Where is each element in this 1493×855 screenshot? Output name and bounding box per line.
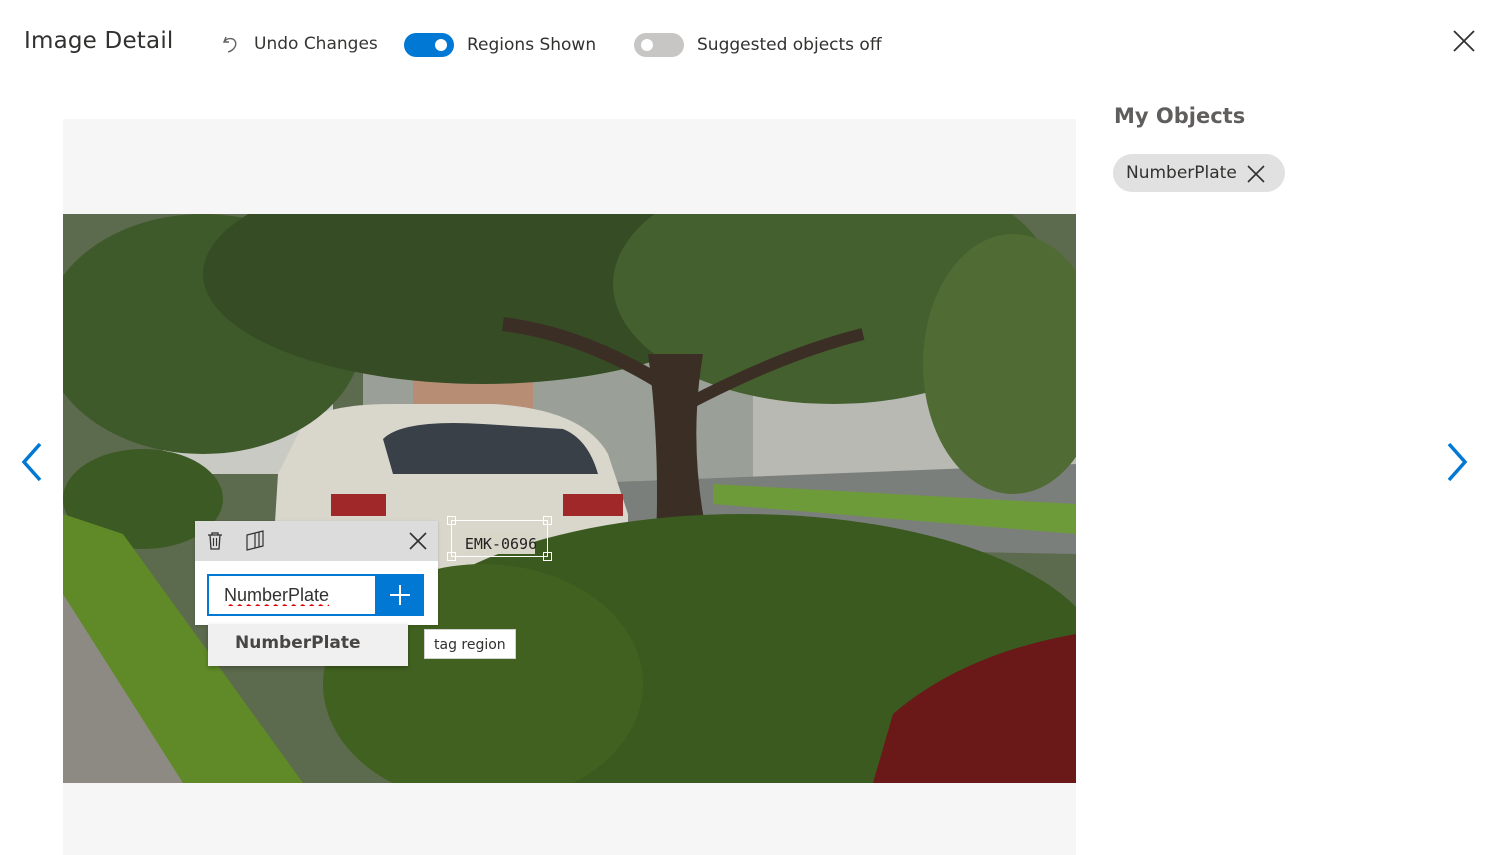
- suggested-objects-label: Suggested objects off: [697, 35, 882, 55]
- resize-handle-bottom-left[interactable]: [447, 552, 456, 561]
- resize-handle-bottom-right[interactable]: [543, 552, 552, 561]
- resize-handle-top-right[interactable]: [543, 516, 552, 525]
- tag-input[interactable]: [207, 574, 377, 616]
- regions-shown-toggle[interactable]: Regions Shown: [404, 33, 596, 57]
- tag-suggestion-label: NumberPlate: [235, 633, 361, 653]
- object-tag-chip[interactable]: NumberPlate: [1113, 154, 1285, 192]
- regions-shown-label: Regions Shown: [467, 35, 597, 55]
- add-tag-button[interactable]: [376, 574, 424, 616]
- my-objects-title: My Objects: [1114, 104, 1246, 128]
- delete-icon[interactable]: [204, 530, 226, 552]
- copy-region-icon[interactable]: [244, 530, 266, 552]
- undo-icon: [222, 36, 237, 53]
- regions-toggle-track[interactable]: [404, 33, 454, 57]
- undo-changes-button[interactable]: Undo Changes: [220, 33, 378, 55]
- close-popup-icon[interactable]: [407, 530, 429, 552]
- chevron-right-icon[interactable]: [1443, 441, 1473, 483]
- resize-handle-top-left[interactable]: [447, 516, 456, 525]
- close-icon[interactable]: [1452, 29, 1476, 53]
- region-tag-popup: [195, 521, 438, 625]
- region-bounding-box[interactable]: [447, 516, 552, 561]
- suggested-objects-toggle[interactable]: Suggested objects off: [634, 33, 882, 57]
- undo-changes-label: Undo Changes: [254, 34, 378, 54]
- tag-suggestion-item[interactable]: NumberPlate: [208, 624, 408, 666]
- street-scene-image: EMK-0696: [63, 214, 1076, 783]
- object-tag-label: NumberPlate: [1126, 163, 1237, 183]
- tag-region-tooltip: tag region: [424, 629, 516, 659]
- image-photo[interactable]: EMK-0696: [63, 214, 1076, 783]
- page-title: Image Detail: [24, 28, 174, 54]
- popup-toolbar: [195, 521, 438, 561]
- suggested-toggle-knob: [641, 39, 653, 51]
- regions-toggle-knob: [435, 39, 447, 51]
- remove-tag-icon[interactable]: [1246, 164, 1266, 184]
- suggested-toggle-track[interactable]: [634, 33, 684, 57]
- chevron-left-icon[interactable]: [18, 441, 48, 483]
- plus-icon: [390, 585, 410, 605]
